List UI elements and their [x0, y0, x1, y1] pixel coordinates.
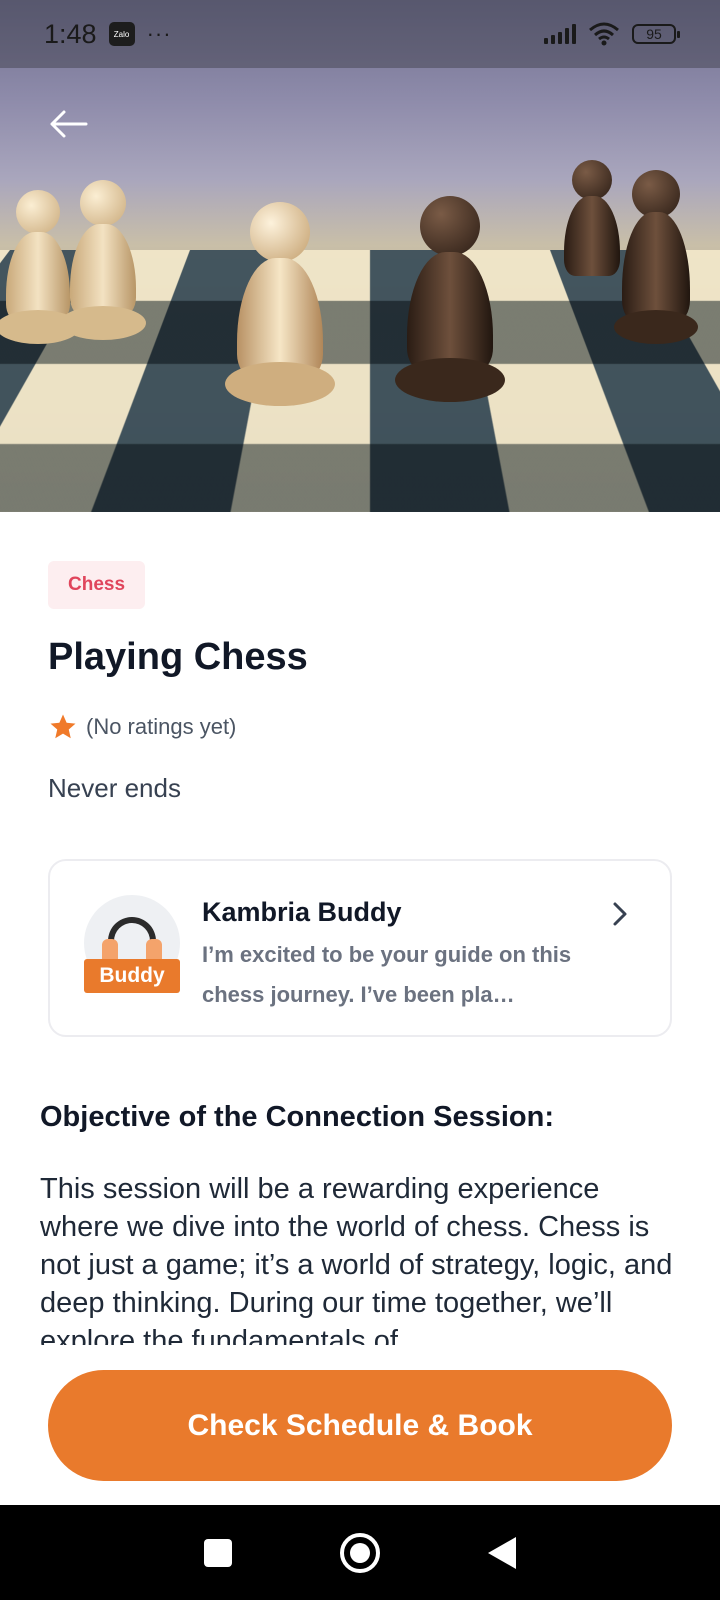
status-bar: 1:48 Zalo ··· 95 — [0, 0, 720, 68]
signal-icon — [544, 24, 576, 44]
check-schedule-button[interactable]: Check Schedule & Book — [48, 1370, 672, 1481]
recents-icon[interactable] — [202, 1537, 234, 1569]
buddy-badge: Buddy — [84, 959, 180, 993]
objective-body: This session will be a rewarding experie… — [40, 1173, 673, 1345]
hero-image — [0, 0, 720, 512]
system-nav-bar — [0, 1505, 720, 1600]
status-time: 1:48 — [44, 18, 97, 49]
back-nav-icon[interactable] — [486, 1535, 518, 1571]
buddy-name: Kambria Buddy — [202, 897, 402, 927]
chevron-right-icon — [613, 902, 627, 926]
back-button[interactable] — [44, 100, 92, 148]
objective-heading: Objective of the Connection Session: — [40, 1101, 555, 1133]
wifi-icon — [589, 22, 619, 46]
home-icon[interactable] — [339, 1532, 381, 1574]
battery-level: 95 — [646, 26, 662, 42]
activity-subtitle: Never ends — [48, 773, 181, 803]
buddy-description: I’m excited to be your guide on this che… — [202, 942, 572, 1007]
rating-text: (No ratings yet) — [86, 714, 237, 739]
rating-row: (No ratings yet) — [48, 712, 236, 742]
arrow-left-icon — [50, 110, 88, 138]
category-chip: Chess — [48, 561, 146, 609]
battery-icon: 95 — [632, 24, 680, 44]
star-icon — [50, 714, 76, 739]
page-title: Playing Chess — [48, 636, 308, 678]
zalo-icon: Zalo — [108, 22, 135, 46]
buddy-card[interactable]: Buddy Kambria Buddy I’m excited to be yo… — [48, 859, 672, 1037]
more-notifications-icon: ··· — [146, 21, 172, 46]
